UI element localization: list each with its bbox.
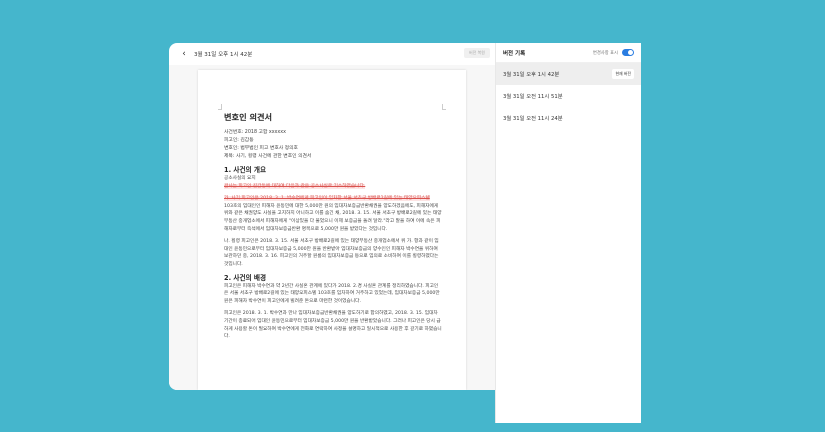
version-item[interactable]: 3월 31일 오전 11시 51분 (496, 85, 641, 107)
doc-header: ‹ 3월 31일 오후 1시 42분 버전 복원 (169, 43, 496, 65)
document-title: 변호인 의견서 (224, 112, 273, 122)
meta-attorney: 변호인: 법무법인 피고 변호사 정의호 (224, 146, 298, 151)
document-area: 변호인 의견서 사건번호: 2018 고합 xxxxxx 피고인: 김갑동 변호… (169, 65, 496, 390)
section-subheading: 공소사실의 요지 (224, 176, 256, 181)
paragraph-text: 103호의 임대인인 피해자 윤동민에 대한 5,000만 원의 임대차보증금반… (224, 203, 442, 232)
section-heading: 2. 사건의 배경 (224, 273, 267, 282)
paragraph-c: 피고인은 피해자 박수연과 약 2년간 사실혼 관계에 있다가 2018. 2.… (224, 283, 440, 304)
meta-subject: 제목: 사기, 횡령 사건에 관한 변호인 의견서 (224, 154, 312, 159)
restore-version-button[interactable]: 버전 복원 (464, 48, 490, 58)
version-label: 3월 31일 오전 11시 24분 (503, 116, 563, 122)
version-item[interactable]: 3월 31일 오후 1시 42분 현재 버전 (496, 63, 641, 85)
deleted-text: 검사는 피고인 김갑동에 대하여 다음과 같은 공소사실로 기소하였습니다. (224, 183, 366, 189)
panel-header: 버전 기록 변경사항 표시 (496, 43, 641, 63)
show-changes-label: 변경사항 표시 (592, 50, 618, 56)
panel-title: 버전 기록 (503, 50, 526, 57)
paragraph-a: 가. 사기 피고인은 2018. 3. 1. 박수연에게 피고인이 임차한 서울… (224, 195, 442, 233)
version-title: 3월 31일 오후 1시 42분 (194, 52, 253, 58)
page-corner-mark (218, 104, 222, 110)
deleted-text: 가. 사기 피고인은 2018. 3. 1. 박수연에게 피고인이 임차한 서울… (224, 196, 430, 202)
toggle-knob (628, 50, 633, 55)
paragraph-b: 나. 횡령 피고인은 2018. 3. 15. 서울 서초구 방배로2길에 있는… (224, 239, 439, 267)
section-heading: 1. 사건의 개요 (224, 166, 267, 174)
version-label: 3월 31일 오전 11시 51분 (503, 94, 563, 100)
version-item[interactable]: 3월 31일 오전 11시 24분 (496, 107, 641, 129)
chevron-left-icon[interactable]: ‹ (178, 48, 190, 60)
page-corner-mark (442, 104, 446, 110)
meta-defendant: 피고인: 김갑동 (224, 138, 254, 143)
document-page: 변호인 의견서 사건번호: 2018 고합 xxxxxx 피고인: 김갑동 변호… (198, 70, 466, 390)
current-version-badge: 현재 버전 (612, 69, 634, 79)
version-history-panel: 버전 기록 변경사항 표시 3월 31일 오후 1시 42분 현재 버전 3월 … (495, 43, 641, 423)
show-changes-toggle[interactable] (622, 49, 634, 56)
paragraph-d: 피고인은 2018. 3. 1. 박수연과 만나 임대차보증금반환채권을 양도하… (224, 311, 442, 340)
version-label: 3월 31일 오후 1시 42분 (503, 72, 560, 78)
meta-case-number: 사건번호: 2018 고합 xxxxxx (224, 130, 286, 135)
